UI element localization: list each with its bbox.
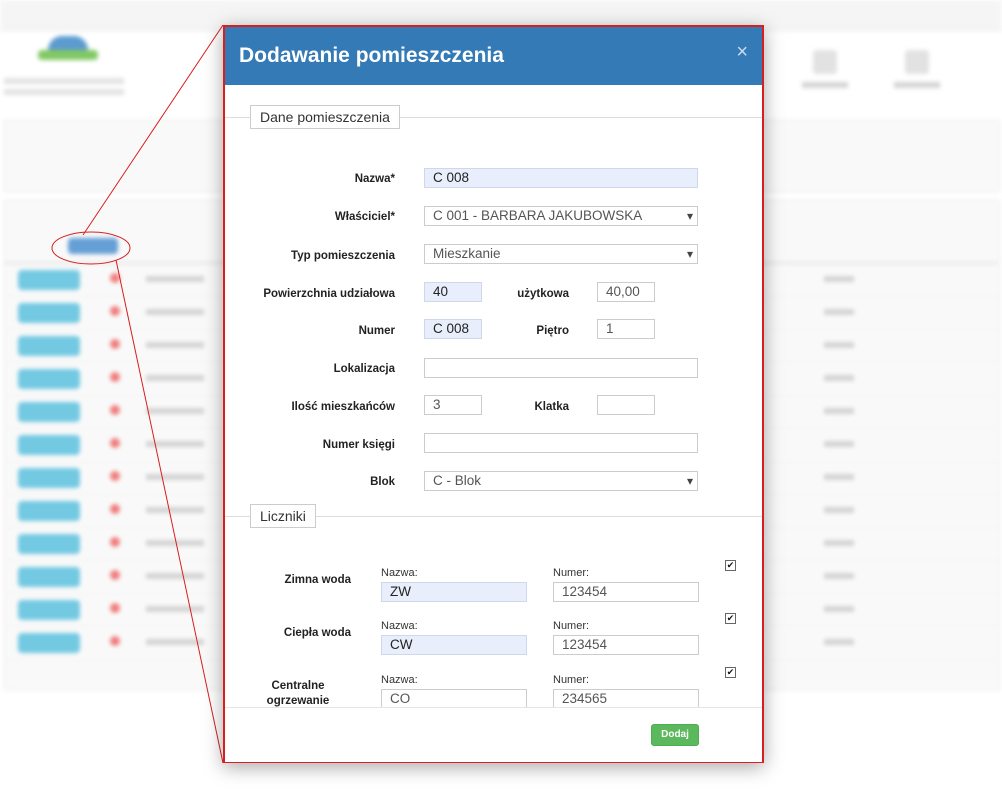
owner-select-value: C 001 - BARBARA JAKUBOWSKA xyxy=(433,208,643,223)
meters-legend: Liczniki xyxy=(250,504,316,528)
meter-cold-water-number-input[interactable]: 123454 xyxy=(553,582,699,602)
meter-cold-water-checkbox[interactable]: ✔ xyxy=(725,560,736,571)
number-input[interactable]: C 008 xyxy=(424,319,482,339)
meter-heating-checkbox[interactable]: ✔ xyxy=(725,667,736,678)
background-logo xyxy=(38,36,98,70)
room-data-legend: Dane pomieszczenia xyxy=(250,105,400,129)
name-label: Nazwa* xyxy=(354,173,395,185)
meter-name-sublabel: Nazwa: xyxy=(381,567,418,579)
number-label: Numer xyxy=(358,325,395,337)
meter-label-cold-water: Zimna woda xyxy=(284,574,351,586)
staircase-label: Klatka xyxy=(534,401,569,413)
meter-name-sublabel: Nazwa: xyxy=(381,620,418,632)
dialog-title: Dodawanie pomieszczenia xyxy=(239,44,504,67)
share-area-input[interactable]: 40 xyxy=(424,282,482,302)
room-type-select[interactable]: Mieszkanie xyxy=(424,244,698,264)
dialog-header: Dodawanie pomieszczenia × xyxy=(225,27,762,85)
book-number-label: Numer księgi xyxy=(322,439,395,451)
add-button[interactable]: Dodaj xyxy=(651,724,699,746)
block-label: Blok xyxy=(370,476,395,488)
owner-label: Właściciel* xyxy=(334,211,395,223)
meter-heating-name-input[interactable]: CO xyxy=(381,689,527,709)
floor-input[interactable]: 1 xyxy=(597,319,655,339)
meter-number-sublabel: Numer: xyxy=(553,567,590,579)
staircase-input[interactable] xyxy=(597,395,655,415)
residents-label: Ilość mieszkańców xyxy=(291,401,395,413)
meter-cold-water-name-input[interactable]: ZW xyxy=(381,582,527,602)
floor-label: Piętro xyxy=(536,325,569,337)
location-label: Lokalizacja xyxy=(333,363,395,375)
usable-area-input[interactable]: 40,00 xyxy=(597,282,655,302)
book-number-input[interactable] xyxy=(424,433,698,453)
owner-select[interactable]: C 001 - BARBARA JAKUBOWSKA xyxy=(424,206,698,226)
add-room-dialog: Dodawanie pomieszczenia × Dane pomieszcz… xyxy=(223,25,764,763)
name-input[interactable]: C 008 xyxy=(424,168,698,188)
usable-area-label: użytkowa xyxy=(517,288,569,300)
block-select-value: C - Blok xyxy=(433,473,482,488)
background-toolbar-icon xyxy=(892,50,942,90)
meter-hot-water-checkbox[interactable]: ✔ xyxy=(725,613,736,624)
meter-hot-water-name-input[interactable]: CW xyxy=(381,635,527,655)
room-type-select-value: Mieszkanie xyxy=(433,246,501,261)
room-type-label: Typ pomieszczenia xyxy=(291,250,395,262)
meter-heating-number-input[interactable]: 234565 xyxy=(553,689,699,709)
dialog-footer: Dodaj xyxy=(225,707,762,762)
dialog-body: Dane pomieszczenia Nazwa* C 008 Właścici… xyxy=(225,85,762,709)
residents-input[interactable]: 3 xyxy=(424,395,482,415)
meter-label-hot-water: Ciepła woda xyxy=(283,627,351,639)
share-area-label: Powierzchnia udziałowa xyxy=(263,288,395,300)
meter-hot-water-number-input[interactable]: 123454 xyxy=(553,635,699,655)
close-icon[interactable]: × xyxy=(736,41,748,64)
block-select[interactable]: C - Blok xyxy=(424,471,698,491)
meter-name-sublabel: Nazwa: xyxy=(381,674,418,686)
background-subtitle xyxy=(4,78,124,100)
meter-label-central-heating: Centralne ogrzewanie xyxy=(245,680,351,707)
background-toolbar-icon xyxy=(800,50,850,90)
location-input[interactable] xyxy=(424,358,698,378)
meter-label-line2: ogrzewanie xyxy=(266,695,330,707)
meter-number-sublabel: Numer: xyxy=(553,674,590,686)
meter-number-sublabel: Numer: xyxy=(553,620,590,632)
meter-label-line1: Centralne xyxy=(271,680,325,692)
